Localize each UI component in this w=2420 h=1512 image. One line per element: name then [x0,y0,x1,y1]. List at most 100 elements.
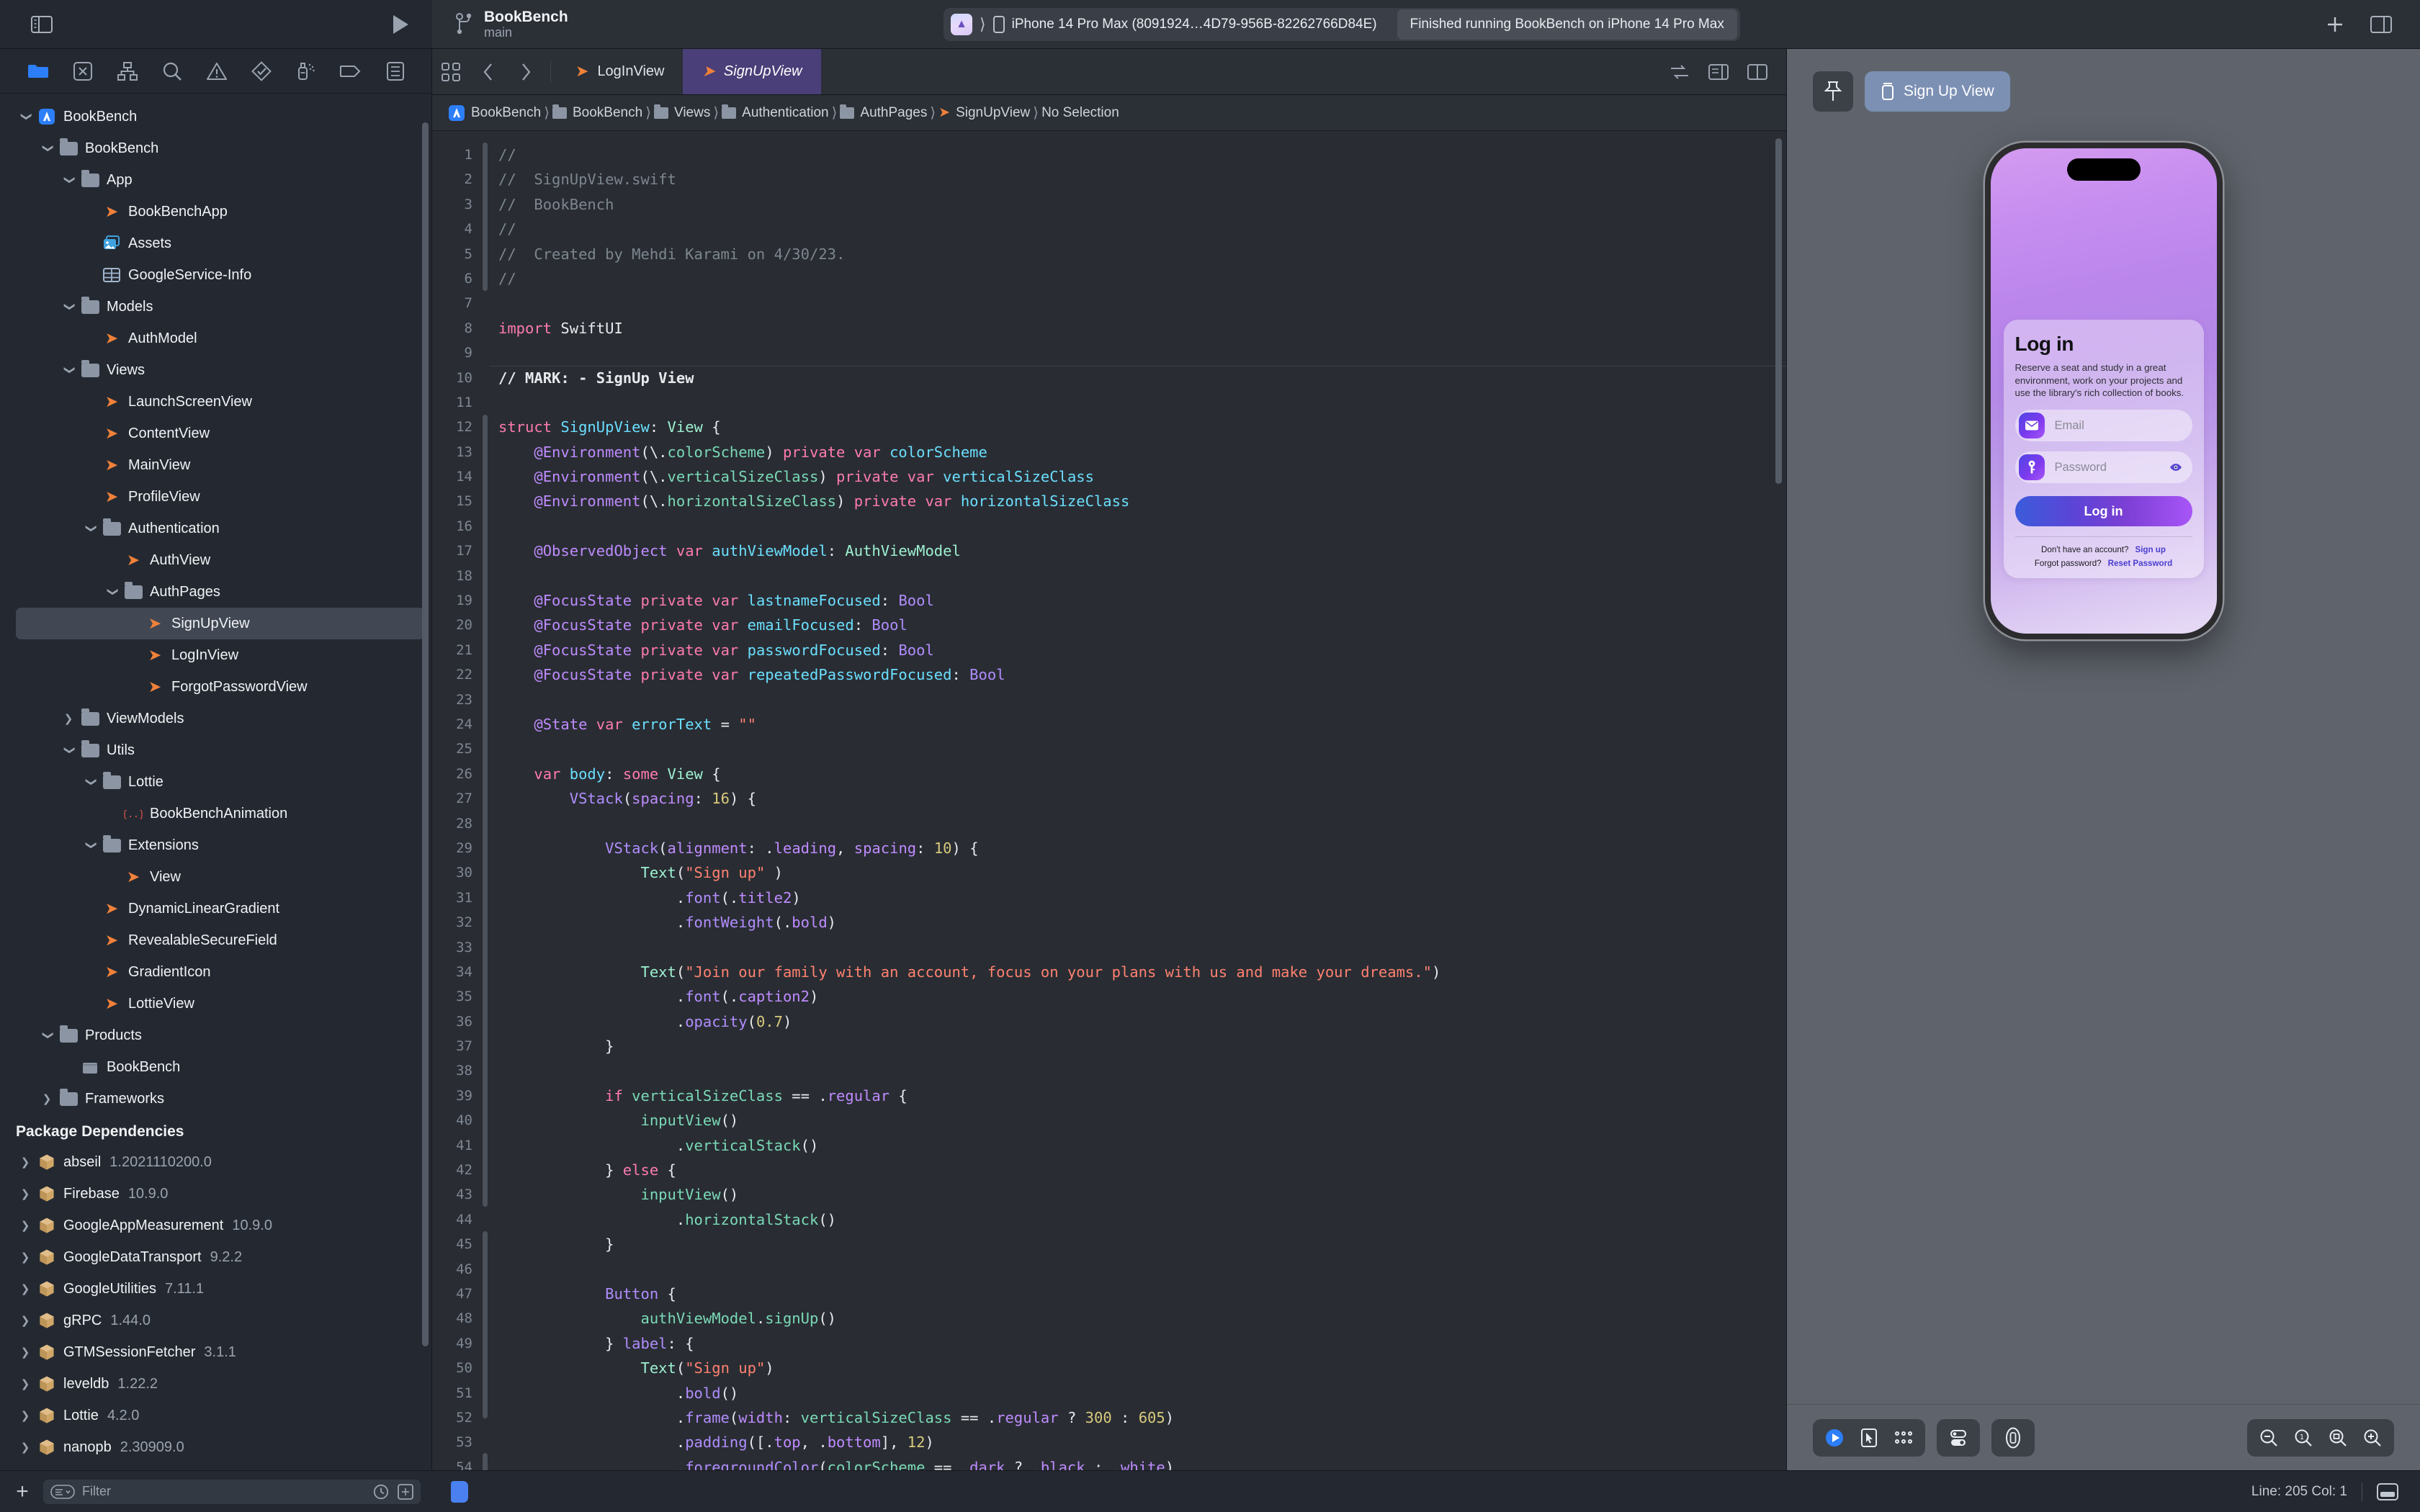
code-line[interactable]: @FocusState private var repeatedPassword… [490,662,1786,687]
tree-item-viewmodels[interactable]: ❯ ViewModels [0,703,431,734]
tree-item-lottieview[interactable]: ❮➤LottieView [0,988,431,1020]
forward-chevron-icon[interactable] [507,49,544,94]
tree-item-gradienticon[interactable]: ❮➤GradientIcon [0,956,431,988]
chevron-down-icon[interactable]: ❮ [62,361,75,379]
code-line[interactable]: .horizontalStack() [490,1207,1786,1232]
tree-item-authentication[interactable]: ❮ Authentication [0,513,431,544]
tree-item-authpages[interactable]: ❮ AuthPages [0,576,431,608]
code-line[interactable] [490,390,1786,415]
tree-item-dynamiclineargradient[interactable]: ❮➤DynamicLinearGradient [0,893,431,924]
code-line[interactable] [490,564,1786,588]
sidebar-right-icon[interactable] [2367,10,2396,39]
scheme-selector[interactable]: BookBench main [455,9,568,40]
tree-item-bookbenchanimation[interactable]: ❮{..}BookBenchAnimation [0,798,431,829]
breadcrumb-item-no-selection[interactable]: No Selection [1041,105,1119,121]
filter-options-icon[interactable] [50,1484,75,1499]
chevron-right-icon[interactable]: ❯ [16,1219,35,1232]
editor-tab-loginview[interactable]: ➤ LogInView [557,49,683,94]
code-line[interactable]: @Environment(\.horizontalSizeClass) priv… [490,489,1786,513]
chevron-right-icon[interactable]: ❯ [16,1187,35,1200]
chevron-down-icon[interactable]: ❮ [40,1026,53,1045]
breadcrumb[interactable]: BookBench ⟩ BookBench ⟩ Views ⟩ Authentication… [432,95,1786,131]
code-line[interactable]: Text("Sign up") [490,1356,1786,1380]
code-line[interactable]: struct SignUpView: View { [490,415,1786,439]
password-field[interactable]: Password [2015,451,2192,484]
chevron-down-icon[interactable]: ❮ [105,582,118,601]
code-line[interactable]: if verticalSizeClass == .regular { [490,1084,1786,1108]
code-line[interactable] [490,811,1786,836]
package-item-googledatatransport[interactable]: ❯ GoogleDataTransport 9.2.2 [0,1241,431,1273]
eye-icon[interactable] [2169,463,2182,472]
package-item-firebase[interactable]: ❯ Firebase 10.9.0 [0,1178,431,1210]
code-line[interactable]: // [490,266,1786,291]
plus-icon[interactable] [2321,10,2349,39]
code-line[interactable]: .font(.caption2) [490,984,1786,1009]
breadcrumb-item-signupview[interactable]: ➤ SignUpView [938,104,1030,121]
code-line[interactable]: @FocusState private var lastnameFocused:… [490,588,1786,613]
package-item-leveldb[interactable]: ❯ leveldb 1.22.2 [0,1368,431,1400]
code-line[interactable] [490,514,1786,539]
tree-item-launchscreenview[interactable]: ❮➤LaunchScreenView [0,386,431,418]
code-line[interactable]: authViewModel.signUp() [490,1306,1786,1331]
zoom-fit-icon[interactable] [2322,1422,2354,1454]
code-line[interactable]: .fontWeight(.bold) [490,910,1786,935]
add-panel-icon[interactable] [398,1483,413,1500]
breadcrumb-item-views[interactable]: Views [654,104,710,121]
code-line[interactable]: @Environment(\.colorScheme) private var … [490,440,1786,464]
chevron-down-icon[interactable]: ❮ [19,107,32,126]
chevron-right-icon[interactable]: ❯ [16,1409,35,1422]
code-line[interactable]: } [490,1034,1786,1058]
reset-password-link[interactable]: Reset Password [2108,559,2173,568]
tree-item-loginview[interactable]: ❮➤LogInView [0,639,431,671]
test-navigator-tab[interactable] [239,49,284,94]
code-line[interactable]: var body: some View { [490,762,1786,786]
code-line[interactable]: import SwiftUI [490,316,1786,341]
code-line[interactable]: } else { [490,1158,1786,1182]
tree-item-authmodel[interactable]: ❮➤AuthModel [0,323,431,354]
tree-item-profileview[interactable]: ❮➤ProfileView [0,481,431,513]
code-line[interactable]: @State var errorText = "" [490,712,1786,737]
package-item-googleappmeasurement[interactable]: ❯ GoogleAppMeasurement 10.9.0 [0,1210,431,1241]
code-line[interactable]: // SignUpView.swift [490,167,1786,192]
add-editor-icon[interactable] [1747,63,1767,80]
chevron-down-icon[interactable]: ❮ [84,519,97,538]
tree-item-bookbench[interactable]: ❮ BookBench [0,101,431,132]
chevron-down-icon[interactable]: ❮ [62,171,75,189]
tree-item-bookbenchapp[interactable]: ❮➤BookBenchApp [0,196,431,228]
code-line[interactable]: .bold() [490,1381,1786,1405]
plus-icon[interactable]: + [12,1480,33,1504]
breadcrumb-item-bookbench[interactable]: BookBench [552,104,642,121]
tree-item-contentview[interactable]: ❮➤ContentView [0,418,431,449]
breakpoint-navigator-tab[interactable] [328,49,373,94]
editor-scrollbar[interactable] [1775,138,1782,484]
code-line[interactable]: .opacity(0.7) [490,1009,1786,1034]
chevron-right-icon[interactable]: ❯ [16,1314,35,1327]
email-field[interactable]: Email [2015,410,2192,442]
tree-item-assets[interactable]: ❮Assets [0,228,431,259]
tree-item-extensions[interactable]: ❮ Extensions [0,829,431,861]
navigator-scrollbar[interactable] [422,122,429,1346]
code-line[interactable]: VStack(alignment: .leading, spacing: 10)… [490,836,1786,860]
chevron-down-icon[interactable]: ❮ [84,773,97,791]
code-line[interactable]: Text("Join our family with an account, f… [490,960,1786,984]
find-navigator-tab[interactable] [150,49,194,94]
code-line[interactable] [490,1058,1786,1083]
minimap-toggle-icon[interactable] [1708,63,1729,80]
package-item-lottie[interactable]: ❯ Lottie 4.2.0 [0,1400,431,1431]
tree-item-lottie[interactable]: ❮ Lottie [0,766,431,798]
chevron-right-icon[interactable]: ❯ [16,1441,35,1454]
tree-item-mainview[interactable]: ❮➤MainView [0,449,431,481]
chevron-right-icon[interactable]: ❯ [16,1282,35,1295]
code-editor[interactable]: 1 2 3 4 5 6 7 8 9 10 11 12 13 14 15 16 17 18 19 20 21 22 23 24 2… [432,131,1786,1470]
package-item-grpc[interactable]: ❯ gRPC 1.44.0 [0,1305,431,1336]
tree-item-products[interactable]: ❮ Products [0,1020,431,1051]
chevron-down-icon[interactable]: ❮ [62,741,75,760]
code-line[interactable] [490,737,1786,761]
device-icon[interactable] [1997,1422,2029,1454]
code-line[interactable]: // MARK: - SignUp View [490,366,1786,390]
code-line[interactable]: @FocusState private var emailFocused: Bo… [490,613,1786,637]
tree-item-view[interactable]: ❮➤View [0,861,431,893]
pin-icon[interactable] [1813,71,1853,112]
code-line[interactable]: .padding([.top, .bottom], 12) [490,1430,1786,1454]
tree-item-models[interactable]: ❮ Models [0,291,431,323]
